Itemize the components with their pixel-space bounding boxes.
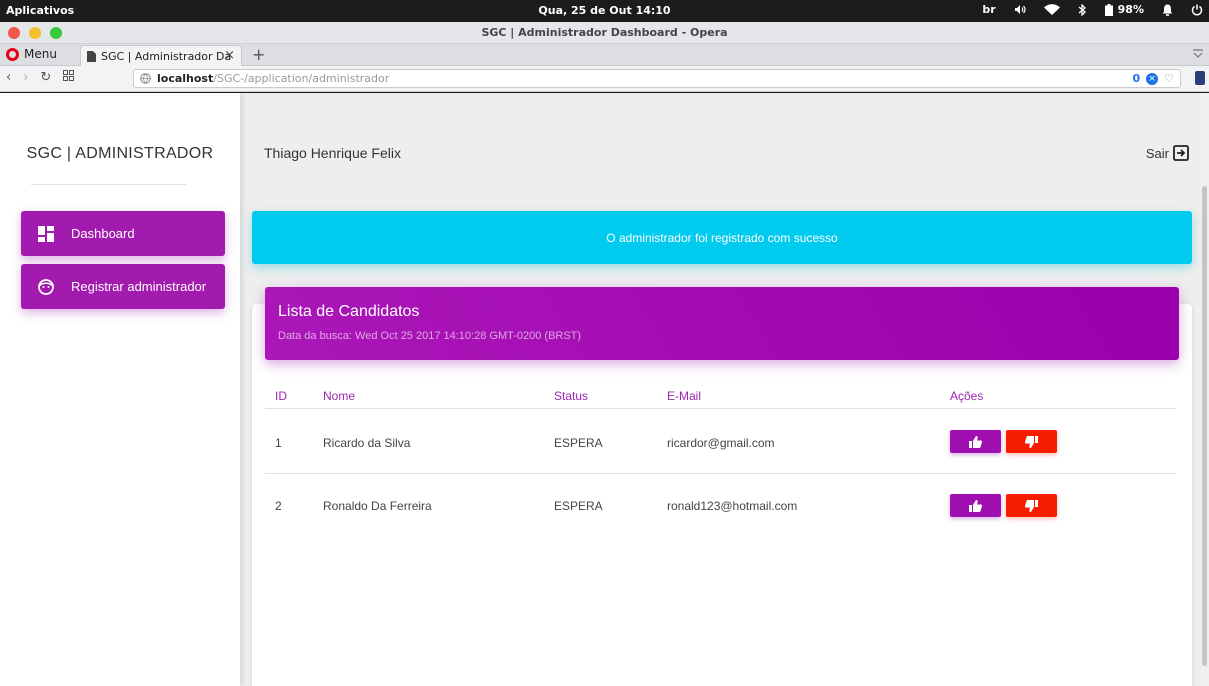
user-name: Thiago Henrique Felix	[264, 145, 401, 161]
heart-icon[interactable]: ♡	[1164, 72, 1174, 85]
blocked-count: 0	[1132, 72, 1141, 85]
reject-button[interactable]	[1006, 494, 1057, 517]
tab-title: SGC | Administrador Da	[101, 49, 232, 63]
reject-button[interactable]	[1006, 430, 1057, 453]
brand-divider	[31, 184, 186, 185]
row-divider	[265, 473, 1176, 474]
cell-name: Ricardo da Silva	[323, 436, 411, 450]
brand-title: SGC | ADMINISTRADOR	[26, 145, 214, 162]
column-header-name: Nome	[323, 389, 356, 403]
tab-bar: Menu SGC | Administrador Da × +	[0, 44, 1209, 66]
bluetooth-icon[interactable]	[1078, 3, 1087, 16]
address-bar: ‹ › ↻ localhost/SGC-/application/adminis…	[0, 66, 1209, 92]
navigation-controls: ‹ › ↻	[6, 70, 75, 85]
browser-title-bar: SGC | Administrador Dashboard - Opera	[0, 22, 1209, 44]
thumbs-down-icon	[1025, 435, 1038, 448]
speed-dial-icon[interactable]	[63, 70, 75, 85]
close-tab-icon[interactable]: ×	[224, 48, 235, 63]
column-header-id: ID	[275, 389, 287, 403]
success-alert: O administrador foi registrado com suces…	[252, 211, 1192, 264]
exit-icon	[1173, 145, 1189, 161]
menu-label: Menu	[24, 47, 57, 61]
back-icon[interactable]: ‹	[6, 70, 11, 85]
forward-icon[interactable]: ›	[23, 70, 28, 85]
applications-menu[interactable]: Aplicativos	[6, 4, 74, 17]
sidebar: SGC | ADMINISTRADOR Dashboard Registrar …	[0, 93, 240, 686]
thumbs-down-icon	[1025, 499, 1038, 512]
logout-label: Sair	[1145, 145, 1169, 161]
cell-email: ronald123@hotmail.com	[667, 499, 798, 513]
card-subtitle: Data da busca: Wed Oct 25 2017 14:10:28 …	[278, 330, 582, 342]
bookmarks-sidebar-icon[interactable]	[1195, 71, 1205, 85]
url-field[interactable]: localhost/SGC-/application/administrador…	[133, 69, 1181, 88]
header-divider	[265, 408, 1176, 409]
card-header: Lista de Candidatos Data da busca: Wed O…	[265, 287, 1179, 360]
column-header-actions: Ações	[950, 389, 984, 403]
wifi-icon[interactable]	[1043, 4, 1060, 15]
page-content: SGC | ADMINISTRADOR Dashboard Registrar …	[0, 93, 1209, 686]
dashboard-icon	[38, 225, 54, 242]
url-host: localhost	[157, 72, 214, 85]
logout-button[interactable]: Sair	[1146, 145, 1189, 161]
sidebar-item-register-admin[interactable]: Registrar administrador	[21, 264, 225, 309]
system-tray: br 98%	[982, 3, 1203, 16]
volume-icon[interactable]	[1014, 4, 1026, 15]
browser-tab[interactable]: SGC | Administrador Da ×	[80, 45, 242, 66]
cell-name: Ronaldo Da Ferreira	[323, 499, 432, 513]
sidebar-item-label: Registrar administrador	[71, 279, 207, 294]
cell-status: ESPERA	[554, 436, 603, 450]
sidebar-item-label: Dashboard	[71, 226, 135, 241]
cell-status: ESPERA	[554, 499, 603, 513]
battery-indicator[interactable]: 98%	[1104, 3, 1144, 16]
globe-icon	[140, 73, 151, 84]
os-top-bar: Aplicativos Qua, 25 de Out 14:10 br 98%	[0, 0, 1209, 22]
sidebar-item-dashboard[interactable]: Dashboard	[21, 211, 225, 256]
url-actions: 0 × ♡	[1132, 72, 1174, 85]
reload-icon[interactable]: ↻	[40, 70, 51, 85]
column-header-status: Status	[554, 389, 589, 403]
cell-email: ricardor@gmail.com	[667, 436, 775, 450]
battery-icon	[1104, 3, 1113, 16]
notification-bell-icon[interactable]	[1162, 4, 1173, 16]
url-path: /SGC-/application/administrador	[213, 72, 390, 85]
cell-id: 2	[275, 499, 282, 513]
scrollbar-thumb[interactable]	[1202, 186, 1207, 666]
document-icon	[87, 50, 96, 62]
approve-button[interactable]	[950, 430, 1001, 453]
ad-blocker-icon[interactable]: ×	[1146, 72, 1159, 85]
opera-menu-button[interactable]: Menu	[6, 47, 57, 61]
thumbs-up-icon	[969, 499, 982, 512]
face-icon	[38, 278, 54, 295]
new-tab-button[interactable]: +	[252, 45, 265, 64]
battery-percentage: 98%	[1117, 3, 1144, 16]
window-title: SGC | Administrador Dashboard - Opera	[481, 26, 728, 39]
power-icon[interactable]	[1191, 4, 1203, 16]
tab-menu-icon[interactable]	[1193, 47, 1203, 61]
cell-id: 1	[275, 436, 282, 450]
keyboard-layout-indicator[interactable]: br	[982, 3, 995, 16]
thumbs-up-icon	[969, 435, 982, 448]
column-header-email: E-Mail	[667, 389, 702, 403]
approve-button[interactable]	[950, 494, 1001, 517]
opera-logo-icon	[6, 47, 19, 61]
card-title: Lista de Candidatos	[278, 303, 420, 320]
